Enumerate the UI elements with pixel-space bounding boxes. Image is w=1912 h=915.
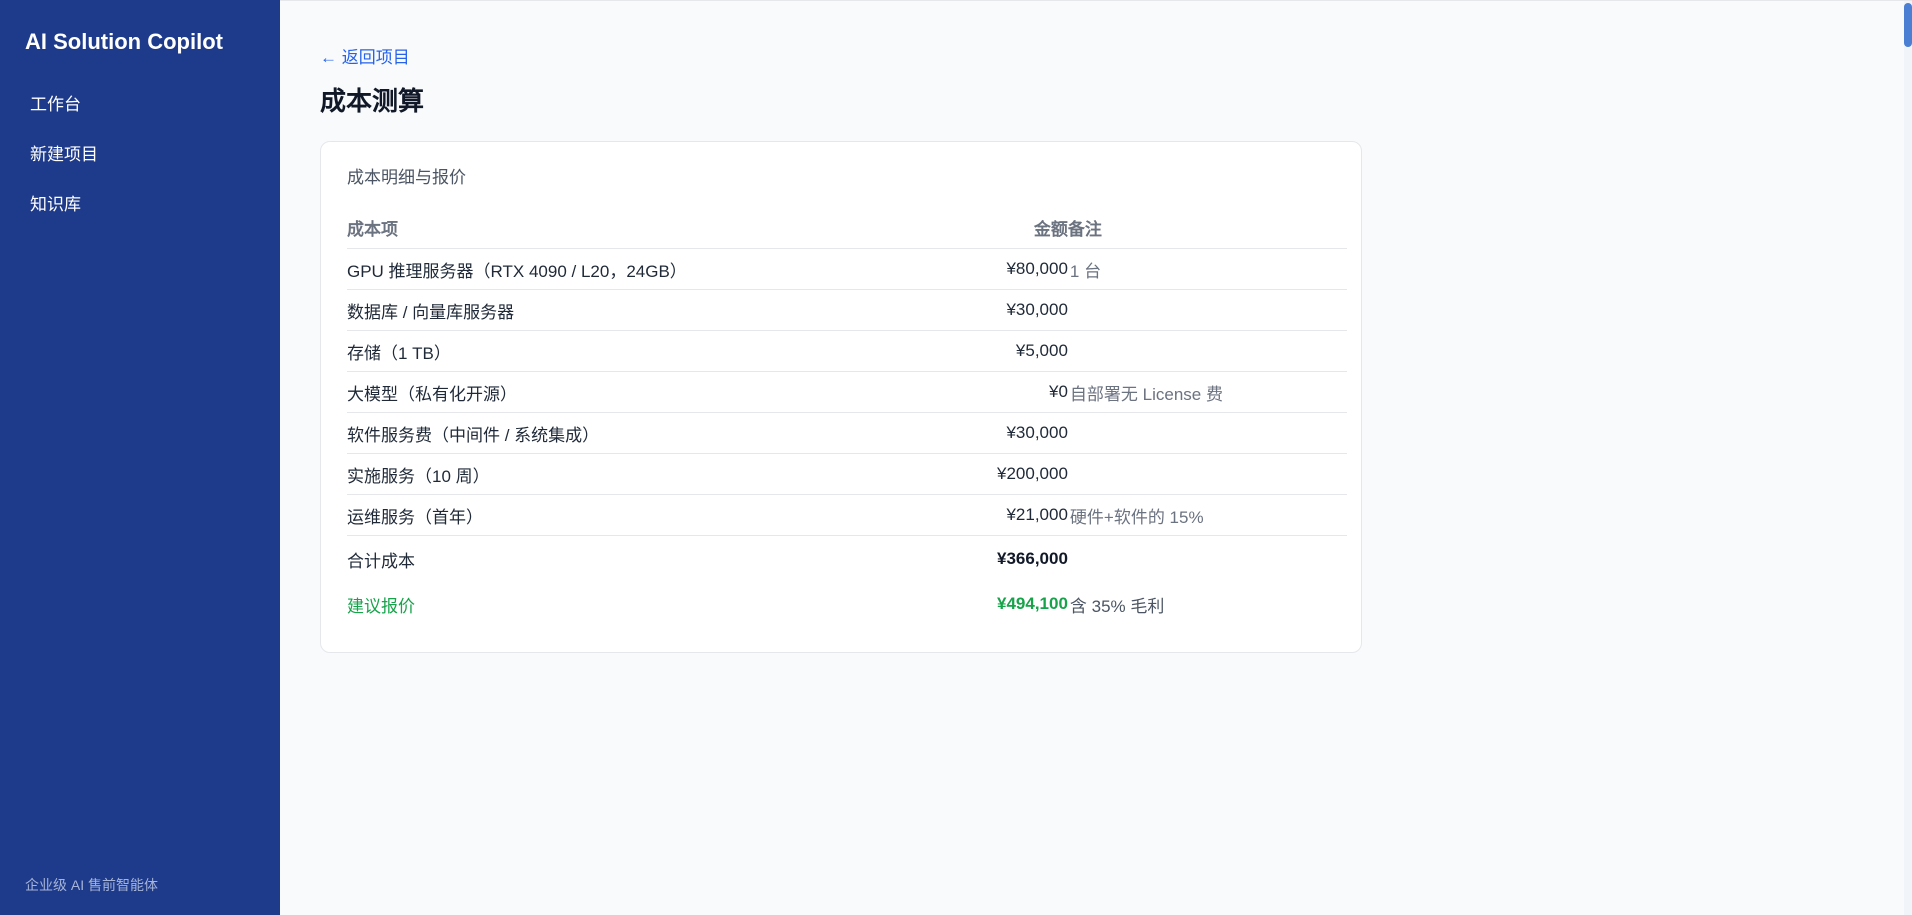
table-row: 实施服务（10 周） ¥200,000 xyxy=(347,453,1347,495)
total-note xyxy=(1068,536,1347,583)
vertical-scrollbar[interactable] xyxy=(1904,1,1912,915)
row-amount: ¥5,000 xyxy=(997,330,1068,372)
row-note xyxy=(1067,412,1347,454)
table-header-row: 成本项 金额 备注 xyxy=(347,206,1347,249)
header-item: 成本项 xyxy=(347,206,997,249)
quote-amount: ¥494,100 xyxy=(997,594,1068,613)
table-row: 大模型（私有化开源） ¥0 自部署无 License 费 xyxy=(347,371,1347,413)
row-note: 硬件+软件的 15% xyxy=(1067,494,1347,536)
table-row: 软件服务费（中间件 / 系统集成） ¥30,000 xyxy=(347,412,1347,454)
row-item: 数据库 / 向量库服务器 xyxy=(347,289,997,331)
row-note: 1 台 xyxy=(1067,248,1347,290)
row-amount: ¥30,000 xyxy=(997,412,1068,454)
row-note xyxy=(1067,330,1347,372)
scrollbar-thumb[interactable] xyxy=(1904,3,1912,47)
row-amount: ¥200,000 xyxy=(997,453,1068,495)
app-window: AI Solution Copilot 工作台 新建项目 知识库 企业级 AI … xyxy=(0,0,1912,915)
row-item: 实施服务（10 周） xyxy=(347,453,997,495)
cost-card: 成本明细与报价 成本项 金额 备注 GPU 推理服务器（RTX 4090 / L… xyxy=(320,141,1362,653)
row-amount: ¥0 xyxy=(997,371,1068,413)
row-item: 大模型（私有化开源） xyxy=(347,371,997,413)
row-amount: ¥21,000 xyxy=(997,494,1068,536)
quote-row: 建议报价 ¥494,100 含 35% 毛利 xyxy=(347,582,1347,626)
row-item: 存储（1 TB） xyxy=(347,330,997,372)
row-amount: ¥80,000 xyxy=(997,248,1068,290)
header-note: 备注 xyxy=(1067,206,1347,249)
brand-title: AI Solution Copilot xyxy=(25,29,223,54)
row-note: 自部署无 License 费 xyxy=(1067,371,1347,413)
row-note xyxy=(1067,289,1347,331)
row-note xyxy=(1067,453,1347,495)
row-item: 运维服务（首年） xyxy=(347,494,997,536)
cost-table: 成本项 金额 备注 GPU 推理服务器（RTX 4090 / L20，24GB）… xyxy=(347,206,1347,626)
table-row: 数据库 / 向量库服务器 ¥30,000 xyxy=(347,289,1347,331)
sidebar-item-knowledge-base[interactable]: 知识库 xyxy=(0,180,280,230)
table-row: GPU 推理服务器（RTX 4090 / L20，24GB） ¥80,000 1… xyxy=(347,248,1347,290)
sidebar-item-new-project[interactable]: 新建项目 xyxy=(0,130,280,180)
header-amount: 金额 xyxy=(997,206,1068,249)
back-to-project-link[interactable]: ← 返回项目 xyxy=(320,45,410,71)
total-row: 合计成本 ¥366,000 xyxy=(347,536,1347,583)
card-title: 成本明细与报价 xyxy=(347,168,466,187)
row-item: GPU 推理服务器（RTX 4090 / L20，24GB） xyxy=(347,248,997,290)
sidebar: AI Solution Copilot 工作台 新建项目 知识库 企业级 AI … xyxy=(0,0,280,915)
total-label: 合计成本 xyxy=(347,551,415,571)
row-item: 软件服务费（中间件 / 系统集成） xyxy=(347,412,997,454)
table-row: 运维服务（首年） ¥21,000 硬件+软件的 15% xyxy=(347,494,1347,536)
row-amount: ¥30,000 xyxy=(997,289,1068,331)
quote-note: 含 35% 毛利 xyxy=(1069,596,1165,616)
table-row: 存储（1 TB） ¥5,000 xyxy=(347,330,1347,372)
main-content: ← 返回项目 成本测算 成本明细与报价 成本项 金额 备注 GPU 推理服务器（… xyxy=(280,0,1912,915)
total-amount: ¥366,000 xyxy=(997,549,1068,568)
sidebar-footer: 企业级 AI 售前智能体 xyxy=(25,877,159,893)
sidebar-item-workbench[interactable]: 工作台 xyxy=(0,80,280,130)
page-title: 成本测算 xyxy=(320,86,425,116)
quote-label: 建议报价 xyxy=(347,596,415,616)
